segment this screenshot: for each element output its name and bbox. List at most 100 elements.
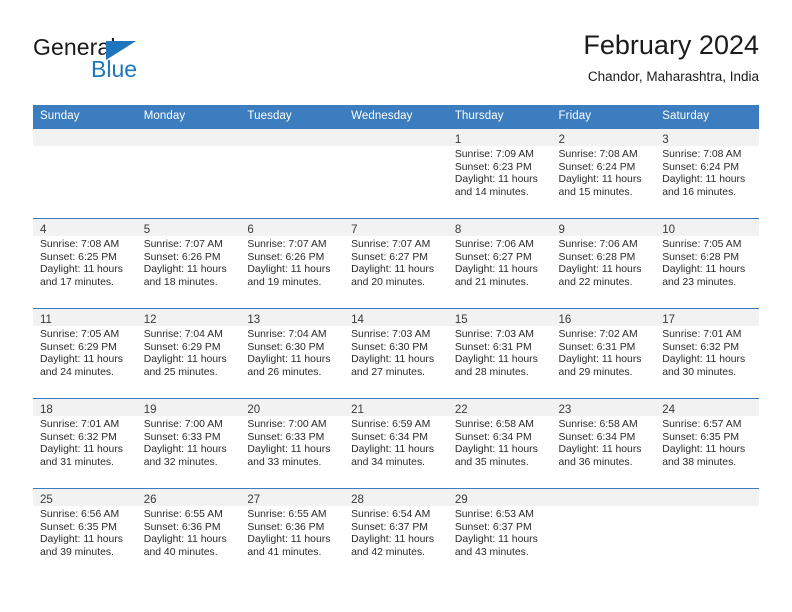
calendar-week-row: 18 Sunrise: 7:01 AM Sunset: 6:32 PM Dayligh… — [33, 398, 759, 489]
daylight-duration-line1: Daylight: 11 hours — [40, 534, 123, 546]
day-number-strip — [551, 489, 656, 506]
calendar-day-cell[interactable]: 3 Sunrise: 7:08 AM Sunset: 6:24 PM Daylight… — [655, 128, 759, 219]
day-number: 27 — [247, 494, 261, 506]
calendar-day-cell[interactable]: 4 Sunrise: 7:08 AM Sunset: 6:25 PM Daylight… — [33, 218, 137, 309]
daylight-duration-line1: Daylight: 11 hours — [454, 174, 538, 186]
daylight-duration-line1: Daylight: 11 hours — [143, 534, 227, 546]
daylight-duration-line2: and 24 minutes. — [40, 366, 114, 378]
calendar-day-cell[interactable]: 5 Sunrise: 7:07 AM Sunset: 6:26 PM Daylight… — [136, 218, 241, 309]
calendar-day-cell[interactable]: 25 Sunrise: 6:56 AM Sunset: 6:35 PM Dayligh… — [33, 488, 137, 579]
sunrise-time: Sunrise: 7:07 AM — [143, 239, 223, 250]
calendar-day-cell[interactable]: 2 Sunrise: 7:08 AM Sunset: 6:24 PM Daylight… — [551, 128, 656, 219]
daylight-duration-line1: Daylight: 11 hours — [351, 264, 435, 276]
day-details: Sunrise: 7:00 AM Sunset: 6:33 PM Daylight:… — [137, 416, 241, 469]
daylight-duration-line1: Daylight: 11 hours — [143, 444, 227, 456]
calendar-day-cell[interactable]: 24 Sunrise: 6:57 AM Sunset: 6:35 PM Dayligh… — [655, 398, 759, 489]
daylight-duration-line2: and 32 minutes. — [143, 456, 218, 468]
calendar-day-cell[interactable]: 19 Sunrise: 7:00 AM Sunset: 6:33 PM Dayligh… — [136, 398, 241, 489]
sunrise-time: Sunrise: 6:54 AM — [351, 509, 431, 520]
calendar-day-cell[interactable]: 12 Sunrise: 7:04 AM Sunset: 6:29 PM Dayligh… — [136, 308, 241, 399]
sunset-time: Sunset: 6:24 PM — [662, 161, 740, 173]
day-number: 15 — [454, 314, 468, 326]
calendar-day-cell[interactable]: 1 Sunrise: 7:09 AM Sunset: 6:23 PM Daylight… — [447, 128, 552, 219]
calendar-day-cell[interactable]: 23 Sunrise: 6:58 AM Sunset: 6:34 PM Dayligh… — [551, 398, 656, 489]
calendar-day-cell[interactable]: 10 Sunrise: 7:05 AM Sunset: 6:28 PM Dayligh… — [655, 218, 759, 309]
calendar-day-cell[interactable]: 20 Sunrise: 7:00 AM Sunset: 6:33 PM Dayligh… — [240, 398, 345, 489]
sunrise-time: Sunrise: 7:06 AM — [558, 239, 638, 250]
day-number: 20 — [247, 404, 261, 416]
calendar-day-cell[interactable]: 18 Sunrise: 7:01 AM Sunset: 6:32 PM Dayligh… — [33, 398, 137, 489]
day-details: Sunrise: 7:09 AM Sunset: 6:23 PM Daylight:… — [448, 146, 552, 199]
day-number-strip — [33, 129, 137, 146]
daylight-duration-line1: Daylight: 11 hours — [454, 444, 538, 456]
sunset-time: Sunset: 6:33 PM — [247, 431, 325, 443]
day-number: 16 — [558, 314, 572, 326]
page-subtitle: Chandor, Maharashtra, India — [587, 69, 759, 84]
calendar-day-cell[interactable]: 15 Sunrise: 7:03 AM Sunset: 6:31 PM Dayligh… — [447, 308, 552, 399]
sunset-time: Sunset: 6:33 PM — [143, 431, 221, 443]
sunset-time: Sunset: 6:35 PM — [40, 521, 117, 533]
sunrise-time: Sunrise: 7:04 AM — [143, 329, 223, 340]
day-number-strip: 15 — [447, 309, 552, 326]
day-number-strip: 25 — [33, 489, 137, 506]
day-number-strip: 11 — [33, 309, 137, 326]
calendar-week-row: 11 Sunrise: 7:05 AM Sunset: 6:29 PM Dayligh… — [33, 308, 759, 399]
calendar-day-cell[interactable]: 7 Sunrise: 7:07 AM Sunset: 6:27 PM Daylight… — [344, 218, 448, 309]
sunset-time: Sunset: 6:37 PM — [454, 521, 532, 533]
daylight-duration-line2: and 17 minutes. — [40, 276, 114, 288]
day-number-strip: 9 — [551, 219, 656, 236]
calendar-header-row: Sunday Monday Tuesday Wednesday Thursday Frid… — [33, 105, 759, 129]
day-number: 1 — [454, 134, 462, 146]
day-number: 10 — [662, 224, 676, 236]
daylight-duration-line2: and 16 minutes. — [662, 186, 737, 198]
calendar-day-cell[interactable]: 27 Sunrise: 6:55 AM Sunset: 6:36 PM Dayligh… — [240, 488, 345, 579]
day-details: Sunrise: 6:56 AM Sunset: 6:35 PM Daylight:… — [33, 506, 137, 559]
sunrise-time: Sunrise: 7:00 AM — [247, 419, 327, 430]
day-details: Sunrise: 7:01 AM Sunset: 6:32 PM Daylight:… — [655, 326, 759, 379]
calendar-day-cell[interactable]: 6 Sunrise: 7:07 AM Sunset: 6:26 PM Daylight… — [240, 218, 345, 309]
sunrise-time: Sunrise: 7:03 AM — [351, 329, 431, 340]
day-details: Sunrise: 6:54 AM Sunset: 6:37 PM Daylight:… — [344, 506, 448, 559]
day-number-strip: 3 — [655, 129, 759, 146]
calendar-day-cell[interactable]: 16 Sunrise: 7:02 AM Sunset: 6:31 PM Dayligh… — [551, 308, 656, 399]
calendar-day-cell[interactable]: 21 Sunrise: 6:59 AM Sunset: 6:34 PM Dayligh… — [344, 398, 448, 489]
sunset-time: Sunset: 6:29 PM — [143, 341, 221, 353]
calendar-day-cell-empty — [136, 128, 241, 219]
sunrise-time: Sunrise: 6:53 AM — [454, 509, 534, 520]
daylight-duration-line1: Daylight: 11 hours — [662, 264, 746, 276]
calendar-day-cell[interactable]: 14 Sunrise: 7:03 AM Sunset: 6:30 PM Dayligh… — [344, 308, 448, 399]
day-number-strip: 19 — [136, 399, 241, 416]
weekday-header-thursday: Thursday — [447, 105, 552, 129]
sunset-time: Sunset: 6:34 PM — [454, 431, 532, 443]
calendar-day-cell[interactable]: 17 Sunrise: 7:01 AM Sunset: 6:32 PM Dayligh… — [655, 308, 759, 399]
day-details: Sunrise: 6:55 AM Sunset: 6:36 PM Daylight:… — [137, 506, 241, 559]
daylight-duration-line2: and 18 minutes. — [143, 276, 218, 288]
sunset-time: Sunset: 6:32 PM — [662, 341, 740, 353]
calendar-day-cell[interactable]: 13 Sunrise: 7:04 AM Sunset: 6:30 PM Dayligh… — [240, 308, 345, 399]
day-number: 26 — [143, 494, 157, 506]
day-number: 21 — [351, 404, 364, 416]
day-number: 5 — [143, 224, 151, 236]
daylight-duration-line2: and 39 minutes. — [40, 546, 114, 558]
sunrise-time: Sunrise: 6:55 AM — [143, 509, 223, 520]
calendar-day-cell[interactable]: 26 Sunrise: 6:55 AM Sunset: 6:36 PM Dayligh… — [136, 488, 241, 579]
daylight-duration-line2: and 41 minutes. — [247, 546, 322, 558]
calendar-day-cell[interactable]: 22 Sunrise: 6:58 AM Sunset: 6:34 PM Dayligh… — [447, 398, 552, 489]
calendar-day-cell[interactable]: 29 Sunrise: 6:53 AM Sunset: 6:37 PM Dayligh… — [447, 488, 552, 579]
sunset-time: Sunset: 6:27 PM — [454, 251, 532, 263]
calendar-day-cell[interactable]: 9 Sunrise: 7:06 AM Sunset: 6:28 PM Daylight… — [551, 218, 656, 309]
day-number: 8 — [454, 224, 462, 236]
sunrise-time: Sunrise: 7:03 AM — [454, 329, 534, 340]
calendar-day-cell[interactable]: 11 Sunrise: 7:05 AM Sunset: 6:29 PM Dayligh… — [33, 308, 137, 399]
calendar-day-cell[interactable]: 28 Sunrise: 6:54 AM Sunset: 6:37 PM Dayligh… — [344, 488, 448, 579]
general-blue-logo[interactable]: General Blue — [33, 34, 213, 90]
sunset-time: Sunset: 6:28 PM — [662, 251, 740, 263]
weekday-header-sunday: Sunday — [33, 105, 137, 129]
sunset-time: Sunset: 6:26 PM — [143, 251, 221, 263]
day-number: 4 — [40, 224, 47, 236]
sunrise-time: Sunrise: 7:07 AM — [351, 239, 431, 250]
calendar-day-cell[interactable]: 8 Sunrise: 7:06 AM Sunset: 6:27 PM Daylight… — [447, 218, 552, 309]
day-number-strip: 8 — [447, 219, 552, 236]
weekday-header-wednesday: Wednesday — [344, 105, 448, 129]
sunset-time: Sunset: 6:31 PM — [454, 341, 532, 353]
